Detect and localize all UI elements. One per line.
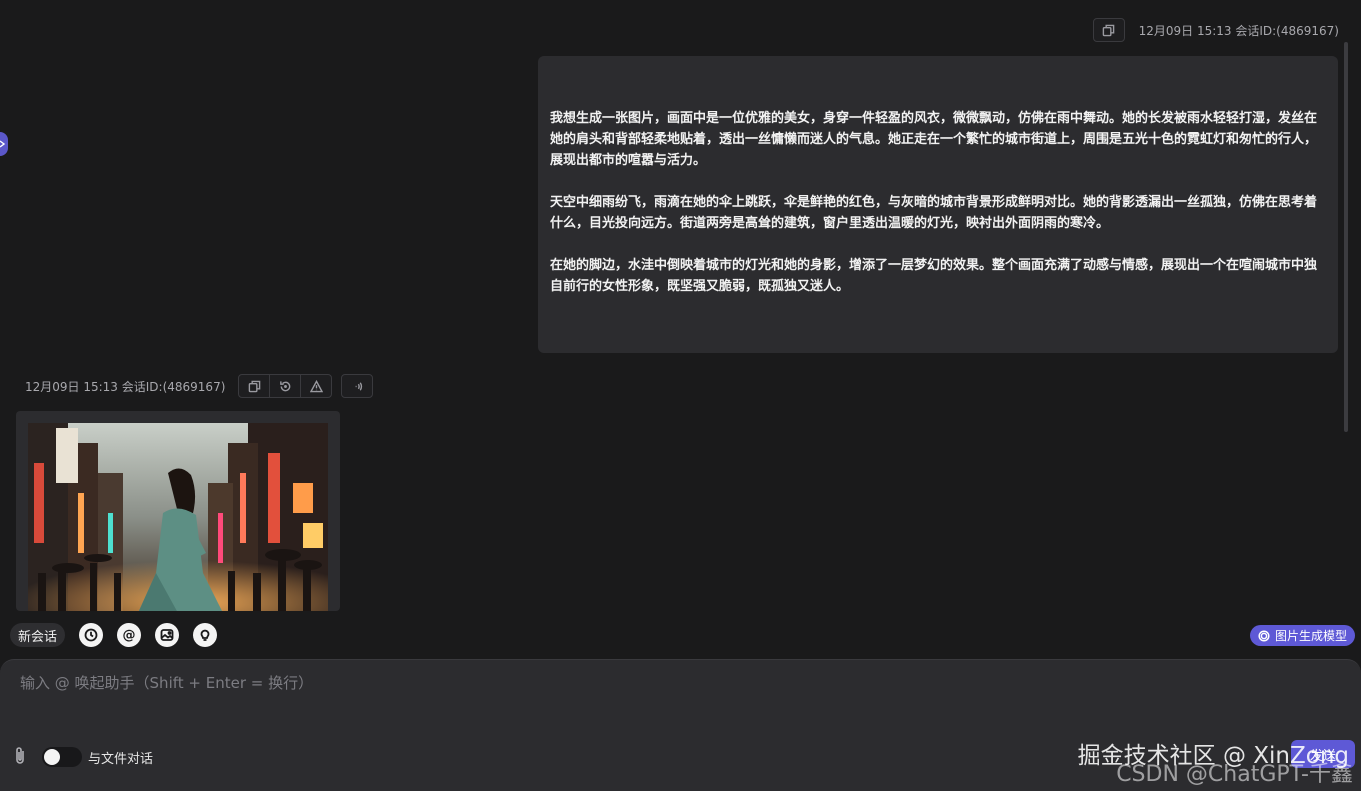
model-label: 图片生成模型 — [1274, 629, 1347, 643]
message-input[interactable]: 输入 @ 唤起助手（Shift + Enter = 换行） — [20, 672, 313, 693]
lightbulb-icon — [200, 629, 210, 641]
generated-image — [28, 423, 328, 611]
user-message-meta: 12月09日 15:13 会话ID:(4869167) — [1092, 18, 1339, 42]
sidebar-toggle-handle[interactable] — [0, 132, 8, 156]
bot-message-meta: 12月09日 15:13 会话ID:(4869167) — [25, 374, 374, 398]
chevron-right-icon — [0, 140, 6, 148]
bot-message-timestamp: 12月09日 15:13 会话ID:(4869167) — [25, 379, 226, 394]
chat-app: 12月09日 15:13 会话ID:(4869167) 我想生成一张图片，画面中… — [0, 0, 1361, 791]
user-message-paragraph: 在她的脚边，水洼中倒映着城市的灯光和她的身影，增添了一层梦幻的效果。整个画面充满… — [550, 258, 1318, 294]
report-button[interactable] — [300, 374, 333, 398]
composer-toolbar: 新会话 @ — [10, 623, 218, 647]
user-message-timestamp: 12月09日 15:13 会话ID:(4869167) — [1138, 23, 1339, 38]
file-chat-label: 与文件对话 — [88, 752, 154, 767]
copy-button[interactable] — [238, 374, 271, 398]
mention-button[interactable]: @ — [117, 623, 142, 647]
history-icon — [84, 628, 98, 642]
at-icon: @ — [122, 627, 136, 643]
new-chat-button[interactable]: 新会话 — [10, 623, 66, 647]
copy-button[interactable] — [1092, 18, 1125, 42]
warning-icon — [309, 379, 323, 392]
prompt-tips-button[interactable] — [193, 623, 218, 647]
bot-message-actions — [238, 374, 374, 398]
regenerate-icon — [280, 380, 291, 391]
history-button[interactable] — [79, 623, 104, 647]
watermark-csdn: CSDN @ChatGPT-千鑫 — [1116, 762, 1353, 787]
model-icon — [1258, 629, 1270, 642]
speak-button[interactable] — [341, 374, 374, 398]
image-icon — [160, 629, 174, 641]
copy-icon — [248, 380, 261, 392]
attach-button[interactable] — [12, 746, 28, 770]
user-message-paragraph: 我想生成一张图片，画面中是一位优雅的美女，身穿一件轻盈的风衣，微微飘动，仿佛在雨… — [550, 111, 1318, 168]
image-button[interactable] — [155, 623, 180, 647]
user-message-paragraph: 天空中细雨纷飞，雨滴在她的伞上跳跃，伞是鲜艳的红色，与灰暗的城市背景形成鲜明对比… — [550, 195, 1318, 231]
paperclip-icon — [16, 747, 24, 764]
copy-icon — [1102, 24, 1115, 36]
speak-icon — [355, 381, 363, 391]
model-selector[interactable]: 图片生成模型 — [1249, 625, 1355, 646]
generated-image-card[interactable] — [16, 411, 340, 611]
file-chat-toggle[interactable] — [42, 747, 82, 767]
chat-scrollbar[interactable] — [1344, 42, 1348, 432]
regenerate-button[interactable] — [269, 374, 302, 398]
user-message-bubble: 我想生成一张图片，画面中是一位优雅的美女，身穿一件轻盈的风衣，微微飘动，仿佛在雨… — [538, 56, 1338, 353]
